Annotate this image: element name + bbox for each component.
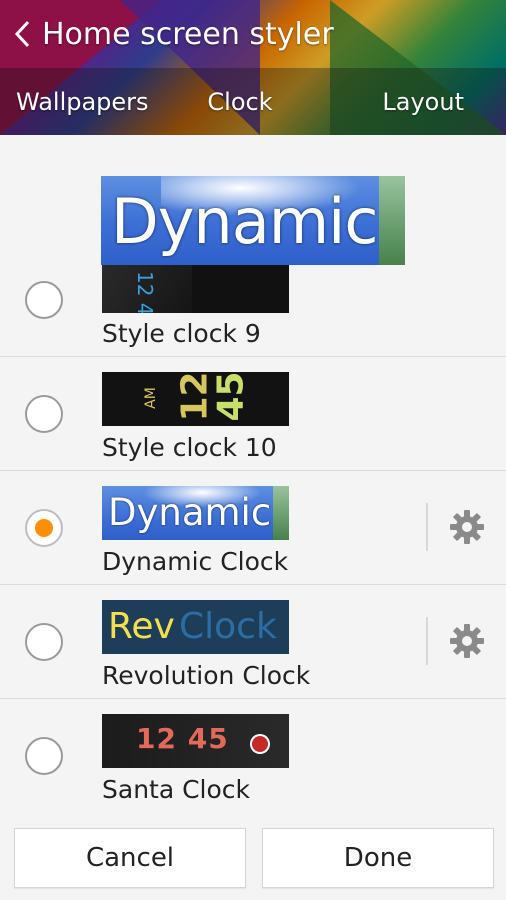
clock-thumbnail: AM 12 45 xyxy=(102,372,289,426)
thumb-text: 12 45 xyxy=(133,271,157,313)
vertical-divider xyxy=(426,503,428,551)
vertical-divider xyxy=(426,617,428,665)
dynamic-preview-image: Dynamic xyxy=(101,176,405,265)
gear-icon[interactable] xyxy=(449,509,485,545)
radio-button-selected[interactable] xyxy=(25,509,63,547)
back-arrow-icon[interactable] xyxy=(2,0,42,68)
clock-name: Style clock 9 xyxy=(102,319,261,348)
clock-thumbnail: Dynamic xyxy=(102,486,289,540)
thumb-text: Dynamic xyxy=(108,491,272,534)
clock-name: Dynamic Clock xyxy=(102,547,289,576)
clock-thumbnail: Rev Clock xyxy=(102,600,289,654)
title-bar: Home screen styler xyxy=(0,0,506,68)
thumb-text-min: 45 xyxy=(210,372,252,422)
footer-bar: Cancel Done xyxy=(0,813,506,900)
thumb-text-am: AM xyxy=(142,387,159,409)
tab-bar: Wallpapers Clock Layout xyxy=(0,68,506,135)
list-item[interactable]: Rev Clock Revolution Clock xyxy=(0,585,506,699)
cancel-button[interactable]: Cancel xyxy=(14,828,246,888)
list-item[interactable]: Dynamic Dynamic Clock xyxy=(0,471,506,585)
preview-text: Dynamic xyxy=(111,185,378,258)
radio-button[interactable] xyxy=(25,623,63,661)
clock-name: Revolution Clock xyxy=(102,661,311,690)
thumb-text-rev: Rev xyxy=(108,606,175,647)
app-header: Home screen styler Wallpapers Clock Layo… xyxy=(0,0,506,135)
clock-thumbnail: 12 45 xyxy=(102,265,289,313)
radio-button[interactable] xyxy=(25,737,63,775)
tab-wallpapers[interactable]: Wallpapers xyxy=(0,68,165,135)
list-item[interactable]: AM 12 45 Style clock 10 xyxy=(0,357,506,471)
page-title: Home screen styler xyxy=(42,16,334,52)
gear-icon[interactable] xyxy=(449,623,485,659)
thumb-text-clock: Clock xyxy=(179,606,277,647)
clock-list: Dynamic 12 45 Style clock 9 AM 12 45 Sty… xyxy=(0,135,506,813)
tab-clock[interactable]: Clock xyxy=(165,68,314,135)
clock-name: Santa Clock xyxy=(102,775,251,804)
list-item[interactable]: 12 45 Santa Clock xyxy=(0,699,506,813)
radio-button[interactable] xyxy=(25,395,63,433)
thumb-text: 12 45 xyxy=(136,722,229,755)
santa-icon xyxy=(250,734,270,754)
clock-name: Style clock 10 xyxy=(102,433,277,462)
thumb-text-hour: 12 xyxy=(174,372,216,422)
tab-layout[interactable]: Layout xyxy=(315,68,506,135)
done-button[interactable]: Done xyxy=(262,828,494,888)
clock-thumbnail: 12 45 xyxy=(102,714,289,768)
radio-button[interactable] xyxy=(25,281,63,319)
